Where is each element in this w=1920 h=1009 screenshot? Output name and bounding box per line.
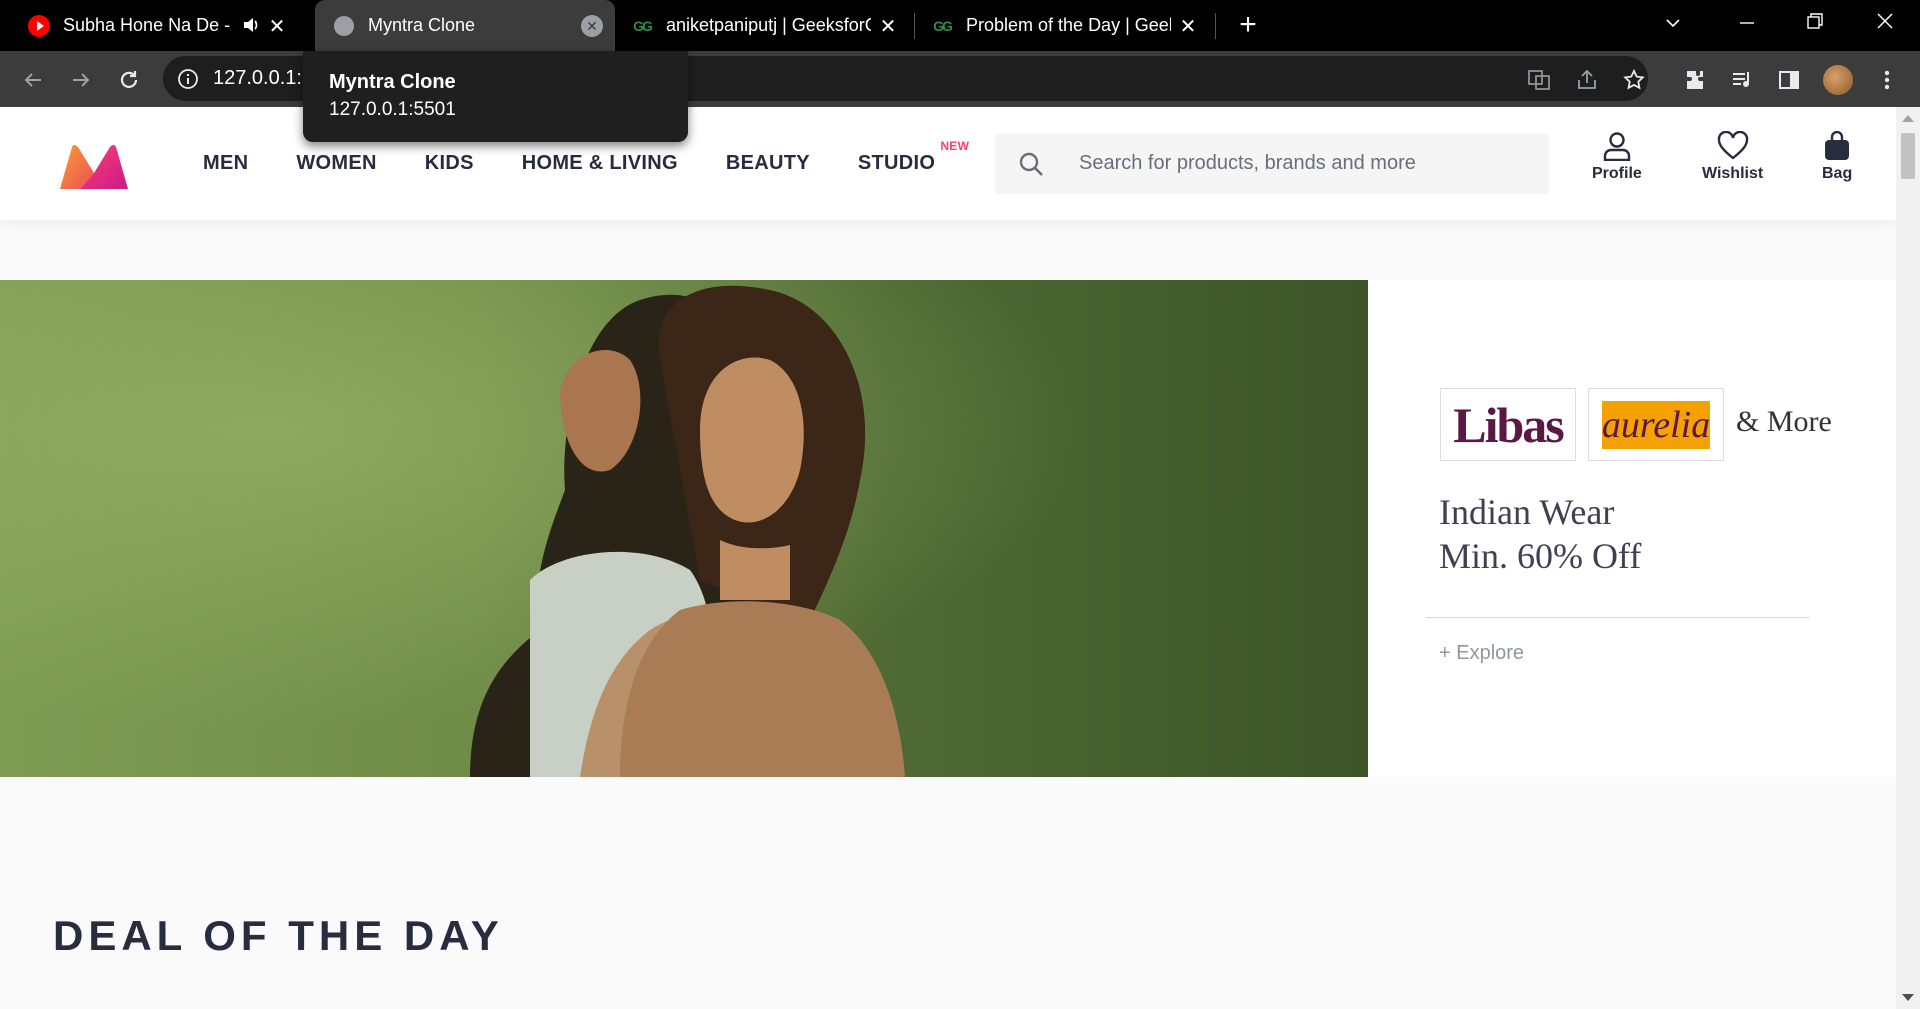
page-scrollbar[interactable] <box>1896 107 1920 1009</box>
tooltip-url: 127.0.0.1:5501 <box>329 99 456 120</box>
audio-playing-icon[interactable] <box>242 15 260 40</box>
profile-avatar[interactable] <box>1821 63 1855 97</box>
gfg-icon: GG <box>933 17 953 34</box>
profile-icon <box>1603 132 1631 161</box>
scroll-down-arrow-icon[interactable] <box>1902 994 1914 1001</box>
chrome-menu-icon[interactable] <box>1870 63 1904 97</box>
tab-separator <box>914 13 915 39</box>
wishlist-label: Wishlist <box>1702 165 1764 182</box>
scrollbar-thumb[interactable] <box>1901 133 1915 179</box>
tab-title: Myntra Clone <box>368 15 476 35</box>
tab-myntra-clone[interactable]: Myntra Clone ✕ <box>315 0 615 51</box>
globe-icon <box>333 15 355 37</box>
tab-problem-of-the-day[interactable]: GG Problem of the Day | Geek ✕ <box>931 0 1211 51</box>
bag-button[interactable]: Bag <box>1822 131 1852 183</box>
nav-men[interactable]: MEN <box>203 152 248 175</box>
bookmark-star-icon[interactable] <box>1617 63 1651 97</box>
promo-banner[interactable]: Libas aurelia & More Indian Wear Min. 60… <box>0 280 1896 777</box>
nav-beauty[interactable]: BEAUTY <box>726 152 810 175</box>
reload-button[interactable] <box>112 63 146 97</box>
tab-title: Subha Hone Na De - <box>63 15 231 35</box>
deal-of-the-day-heading: DEAL OF THE DAY <box>53 912 504 959</box>
back-button[interactable] <box>16 63 50 97</box>
tab-close-button[interactable]: ✕ <box>1177 15 1199 38</box>
tab-close-button[interactable]: ✕ <box>266 15 288 38</box>
site-header: MEN WOMEN KIDS HOME & LIVING BEAUTY STUD… <box>0 107 1896 220</box>
restore-button[interactable] <box>1806 12 1824 35</box>
nav-studio-label: STUDIO <box>857 152 936 174</box>
browser-tab-bar: Subha Hone Na De - ✕ Myntra Clone ✕ GG a… <box>0 0 1920 51</box>
and-more-text: & More <box>1736 405 1832 438</box>
brand-logo-aurelia[interactable]: aurelia <box>1588 388 1724 461</box>
page-viewport: MEN WOMEN KIDS HOME & LIVING BEAUTY STUD… <box>0 107 1920 1009</box>
banner-title-line1: Indian Wear <box>1439 492 1615 532</box>
myntra-logo[interactable] <box>58 143 130 196</box>
tab-title: aniketpaniputj | GeeksforG <box>666 15 871 35</box>
tab-close-button[interactable]: ✕ <box>877 15 899 38</box>
search-icon[interactable] <box>995 133 1067 194</box>
youtube-icon <box>28 14 50 37</box>
explore-link[interactable]: + Explore <box>1439 642 1524 665</box>
banner-title: Indian Wear Min. 60% Off <box>1439 490 1641 578</box>
bag-icon <box>1825 131 1850 160</box>
tab-youtube[interactable]: Subha Hone Na De - ✕ <box>28 0 300 51</box>
share-icon[interactable] <box>1570 63 1604 97</box>
nav-home-living[interactable]: HOME & LIVING <box>522 152 678 175</box>
minimize-button[interactable] <box>1738 14 1756 37</box>
media-control-icon[interactable] <box>1725 63 1759 97</box>
nav-women[interactable]: WOMEN <box>296 152 376 175</box>
browser-toolbar: 127.0.0.1:5501 <box>0 51 1920 107</box>
profile-button[interactable]: Profile <box>1592 131 1642 183</box>
search-input[interactable] <box>1067 133 1537 194</box>
banner-image[interactable] <box>0 280 1368 777</box>
translate-icon[interactable] <box>1522 63 1556 97</box>
search-bar <box>995 133 1549 194</box>
banner-title-line2: Min. 60% Off <box>1439 536 1642 576</box>
brand-logo-libas[interactable]: Libas <box>1440 388 1576 461</box>
profile-label: Profile <box>1592 165 1642 182</box>
tab-close-button[interactable]: ✕ <box>581 15 603 37</box>
tab-hover-tooltip: Myntra Clone 127.0.0.1:5501 <box>303 51 688 142</box>
tooltip-title: Myntra Clone <box>329 71 456 93</box>
heart-icon <box>1717 131 1748 160</box>
extensions-icon[interactable] <box>1678 63 1712 97</box>
new-badge: NEW <box>940 139 970 153</box>
tab-search-icon[interactable] <box>1664 14 1682 37</box>
forward-button[interactable] <box>64 63 98 97</box>
gfg-icon: GG <box>633 17 653 34</box>
tab-geeksforgeeks-profile[interactable]: GG aniketpaniputj | GeeksforG ✕ <box>631 0 911 51</box>
aurelia-logo-text: aurelia <box>1602 400 1710 449</box>
site-info-icon[interactable] <box>177 68 199 96</box>
bag-label: Bag <box>1822 165 1853 182</box>
scroll-up-arrow-icon[interactable] <box>1902 115 1914 122</box>
tab-title: Problem of the Day | Geek <box>966 15 1171 35</box>
nav-studio[interactable]: STUDIO NEW <box>857 139 969 175</box>
side-panel-icon[interactable] <box>1772 63 1806 97</box>
close-window-button[interactable] <box>1876 12 1894 35</box>
new-tab-button[interactable]: + <box>1233 10 1263 41</box>
tab-separator <box>1215 13 1216 39</box>
nav-kids[interactable]: KIDS <box>425 152 474 175</box>
banner-divider <box>1426 617 1809 618</box>
wishlist-button[interactable]: Wishlist <box>1702 131 1763 183</box>
